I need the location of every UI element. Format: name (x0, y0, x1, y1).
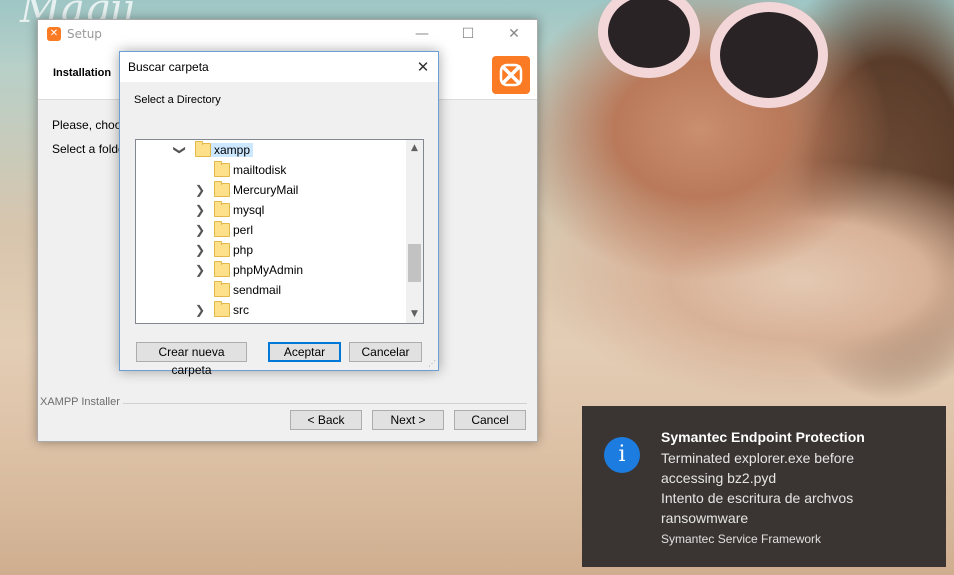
folder-icon (214, 201, 230, 217)
chevron-right-icon[interactable]: ❯ (194, 182, 206, 198)
installer-divider (118, 403, 527, 404)
ok-button[interactable]: Aceptar (268, 342, 341, 362)
folder-icon (214, 241, 230, 257)
toast-source: Symantec Service Framework (661, 532, 822, 546)
browse-cancel-button[interactable]: Cancelar (349, 342, 422, 362)
folder-icon (214, 161, 230, 177)
toast-line: Intento de escritura de archvos (661, 490, 854, 506)
tree-item-label: perl (233, 223, 254, 237)
setup-titlebar[interactable]: ✕ Setup — ☐ ✕ (38, 20, 537, 49)
toast-line: ransowmware (661, 510, 749, 526)
tree-item-xampp[interactable]: ❯ xampp (136, 140, 406, 160)
folder-icon (214, 261, 230, 277)
chevron-down-icon[interactable]: ❯ (172, 144, 188, 156)
scrollbar-thumb[interactable] (408, 244, 421, 282)
tree-scrollbar[interactable]: ▲ ▼ (406, 140, 423, 323)
tree-item-label: mysql (233, 203, 265, 217)
tree-item-sendmail[interactable]: sendmail (136, 280, 406, 300)
toast-line: Terminated explorer.exe before (661, 450, 854, 466)
tree-item-src[interactable]: ❯ src (136, 300, 406, 320)
next-button[interactable]: Next > (372, 410, 444, 430)
setup-header-title: Installation (53, 67, 112, 79)
tree-item-php[interactable]: ❯ php (136, 240, 406, 260)
close-button[interactable]: ✕ (491, 20, 537, 49)
tree-item-mailtodisk[interactable]: mailtodisk (136, 160, 406, 180)
tree-item-label: phpMyAdmin (233, 263, 304, 277)
installer-label: XAMPP Installer (40, 396, 123, 408)
tree-item-perl[interactable]: ❯ perl (136, 220, 406, 240)
folder-icon (214, 301, 230, 317)
notification-toast[interactable]: i Symantec Endpoint Protection Terminate… (582, 406, 946, 567)
xampp-logo-icon (492, 56, 530, 94)
chevron-right-icon[interactable]: ❯ (194, 242, 206, 258)
chevron-right-icon[interactable]: ❯ (194, 222, 206, 238)
scroll-down-arrow-icon[interactable]: ▼ (406, 306, 423, 323)
wallpaper-sunglass-left (598, 0, 700, 78)
new-folder-button[interactable]: Crear nueva carpeta (136, 342, 247, 377)
info-icon: i (604, 437, 640, 473)
chevron-right-icon[interactable]: ❯ (194, 262, 206, 278)
folder-tree[interactable]: ❯ xampp mailtodisk ❯ MercuryMail ❯ mysql… (135, 139, 424, 324)
wallpaper-sunglass-right (710, 2, 828, 108)
maximize-button[interactable]: ☐ (445, 20, 491, 49)
resize-grip-icon[interactable]: ⋰ (428, 360, 436, 368)
setup-window-title: Setup (67, 27, 102, 41)
browse-close-button[interactable]: ✕ (408, 52, 438, 82)
folder-icon (214, 181, 230, 197)
toast-message: Terminated explorer.exe before accessing… (661, 448, 921, 528)
tree-item-label: src (233, 303, 249, 317)
back-button[interactable]: < Back (290, 410, 362, 430)
browse-titlebar[interactable]: Buscar carpeta ✕ (120, 52, 438, 82)
setup-folder-label: Select a folder (52, 142, 129, 156)
tree-item-label: sendmail (233, 283, 282, 297)
browse-folder-dialog: Buscar carpeta ✕ Select a Directory ❯ xa… (119, 51, 439, 377)
tree-item-mysql[interactable]: ❯ mysql (136, 200, 406, 220)
scroll-up-arrow-icon[interactable]: ▲ (406, 140, 423, 157)
tree-item-label: mailtodisk (233, 163, 287, 177)
tree-item-label: MercuryMail (233, 183, 299, 197)
folder-icon (214, 221, 230, 237)
folder-icon (195, 141, 211, 157)
tree-item-mercurymail[interactable]: ❯ MercuryMail (136, 180, 406, 200)
tree-item-phpmyadmin[interactable]: ❯ phpMyAdmin (136, 260, 406, 280)
chevron-right-icon[interactable]: ❯ (194, 202, 206, 218)
toast-title: Symantec Endpoint Protection (661, 429, 865, 445)
tree-item-label: php (233, 243, 254, 257)
chevron-right-icon[interactable]: ❯ (194, 302, 206, 318)
minimize-button[interactable]: — (399, 20, 445, 49)
cancel-button[interactable]: Cancel (454, 410, 526, 430)
browse-prompt: Select a Directory (134, 94, 221, 106)
toast-line: accessing bz2.pyd (661, 470, 777, 486)
xampp-app-icon: ✕ (47, 27, 61, 41)
tree-item-label: xampp (211, 143, 254, 157)
folder-icon (214, 281, 230, 297)
browse-dialog-title: Buscar carpeta (128, 60, 209, 74)
